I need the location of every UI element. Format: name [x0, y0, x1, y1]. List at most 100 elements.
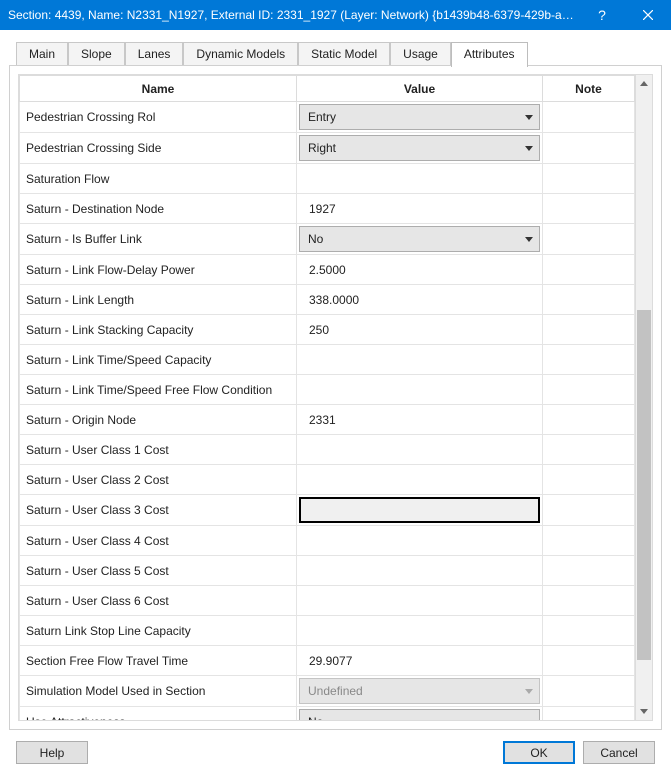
text-value: 29.9077: [305, 654, 534, 668]
attr-note[interactable]: [543, 616, 635, 646]
table-row: Pedestrian Crossing RolEntry: [20, 102, 635, 133]
chevron-down-icon: [525, 146, 533, 151]
attr-name: Saturn - Link Length: [20, 285, 297, 315]
attr-name: Simulation Model Used in Section: [20, 676, 297, 707]
attr-value[interactable]: [297, 465, 543, 495]
attr-value[interactable]: 250: [297, 315, 543, 345]
attr-value[interactable]: No: [297, 224, 543, 255]
attr-note[interactable]: [543, 345, 635, 375]
col-note[interactable]: Note: [543, 76, 635, 102]
table-row: Section Free Flow Travel Time 29.9077: [20, 646, 635, 676]
tab-main[interactable]: Main: [16, 42, 68, 66]
attr-name: Saturation Flow: [20, 164, 297, 194]
attr-name: Saturn - User Class 2 Cost: [20, 465, 297, 495]
attr-note[interactable]: [543, 646, 635, 676]
tab-slope[interactable]: Slope: [68, 42, 125, 66]
attr-value[interactable]: [297, 164, 543, 194]
attr-value[interactable]: [297, 616, 543, 646]
attr-value[interactable]: [297, 526, 543, 556]
combo-box[interactable]: No: [299, 709, 540, 721]
ok-button[interactable]: OK: [503, 741, 575, 764]
attr-note[interactable]: [543, 315, 635, 345]
table-row: Saturn - Link Stacking Capacity250: [20, 315, 635, 345]
tab-usage[interactable]: Usage: [390, 42, 451, 66]
tab-strip: Main Slope Lanes Dynamic Models Static M…: [16, 42, 528, 66]
table-row: Saturn - Link Time/Speed Free Flow Condi…: [20, 375, 635, 405]
attr-note[interactable]: [543, 405, 635, 435]
table-header-row: Name Value Note: [20, 76, 635, 102]
attr-note[interactable]: [543, 285, 635, 315]
attr-name: Saturn - Is Buffer Link: [20, 224, 297, 255]
client-area: Main Slope Lanes Dynamic Models Static M…: [0, 30, 671, 774]
attr-note[interactable]: [543, 676, 635, 707]
attr-value[interactable]: Entry: [297, 102, 543, 133]
scrollbar-thumb[interactable]: [637, 310, 651, 660]
attr-value[interactable]: 2331: [297, 405, 543, 435]
title-bar: Section: 4439, Name: N2331_N1927, Extern…: [0, 0, 671, 30]
dialog-button-row: Help OK Cancel: [16, 741, 655, 764]
attr-value[interactable]: Right: [297, 133, 543, 164]
attr-note[interactable]: [543, 224, 635, 255]
attr-value[interactable]: [297, 345, 543, 375]
scroll-down-icon[interactable]: [636, 703, 652, 720]
attr-value[interactable]: [297, 435, 543, 465]
combo-box[interactable]: Right: [299, 135, 540, 161]
table-row: Saturn - Link Flow-Delay Power2.5000: [20, 255, 635, 285]
attr-note[interactable]: [543, 435, 635, 465]
table-row: Saturn - User Class 5 Cost: [20, 556, 635, 586]
attr-note[interactable]: [543, 194, 635, 224]
attr-value[interactable]: [297, 586, 543, 616]
chevron-down-icon: [525, 237, 533, 242]
combo-box[interactable]: Entry: [299, 104, 540, 130]
attr-note[interactable]: [543, 526, 635, 556]
vertical-scrollbar[interactable]: [636, 74, 653, 721]
attr-note[interactable]: [543, 133, 635, 164]
cancel-button[interactable]: Cancel: [583, 741, 655, 764]
table-row: Saturn - User Class 2 Cost: [20, 465, 635, 495]
attr-name: Saturn Link Stop Line Capacity: [20, 616, 297, 646]
chevron-down-icon: [525, 720, 533, 722]
attr-value[interactable]: 2.5000: [297, 255, 543, 285]
help-icon[interactable]: ?: [579, 0, 625, 30]
attr-value[interactable]: [297, 556, 543, 586]
text-value: 250: [305, 323, 534, 337]
combo-value: No: [308, 232, 525, 246]
attr-note[interactable]: [543, 586, 635, 616]
scroll-up-icon[interactable]: [636, 75, 652, 92]
table-row: Saturn - User Class 3 Cost: [20, 495, 635, 526]
attr-value[interactable]: No: [297, 707, 543, 722]
combo-box[interactable]: No: [299, 226, 540, 252]
attr-note[interactable]: [543, 465, 635, 495]
tab-dynamic-models[interactable]: Dynamic Models: [183, 42, 298, 66]
attr-note[interactable]: [543, 164, 635, 194]
attr-note[interactable]: [543, 707, 635, 722]
attr-note[interactable]: [543, 255, 635, 285]
attr-value[interactable]: 338.0000: [297, 285, 543, 315]
close-icon[interactable]: [625, 0, 671, 30]
attr-value[interactable]: 29.9077: [297, 646, 543, 676]
attr-name: Saturn - User Class 3 Cost: [20, 495, 297, 526]
active-edit-cell[interactable]: [299, 497, 540, 523]
table-row: Saturn - User Class 1 Cost: [20, 435, 635, 465]
tab-static-model[interactable]: Static Model: [298, 42, 390, 66]
combo-value: Undefined: [308, 684, 525, 698]
combo-value: Right: [308, 141, 525, 155]
tab-lanes[interactable]: Lanes: [125, 42, 184, 66]
tab-attributes[interactable]: Attributes: [451, 42, 528, 67]
attr-name: Section Free Flow Travel Time: [20, 646, 297, 676]
attr-value[interactable]: Undefined: [297, 676, 543, 707]
attr-value[interactable]: [297, 495, 543, 526]
help-button[interactable]: Help: [16, 741, 88, 764]
attr-note[interactable]: [543, 375, 635, 405]
tab-page: Name Value Note Pedestrian Crossing RolE…: [9, 65, 662, 730]
attr-value[interactable]: [297, 375, 543, 405]
attr-value[interactable]: 1927: [297, 194, 543, 224]
attr-note[interactable]: [543, 556, 635, 586]
attr-note[interactable]: [543, 495, 635, 526]
col-value[interactable]: Value: [297, 76, 543, 102]
attr-note[interactable]: [543, 102, 635, 133]
attr-name: Saturn - User Class 5 Cost: [20, 556, 297, 586]
attr-name: Saturn - Link Flow-Delay Power: [20, 255, 297, 285]
table-row: Saturn - Destination Node1927: [20, 194, 635, 224]
col-name[interactable]: Name: [20, 76, 297, 102]
